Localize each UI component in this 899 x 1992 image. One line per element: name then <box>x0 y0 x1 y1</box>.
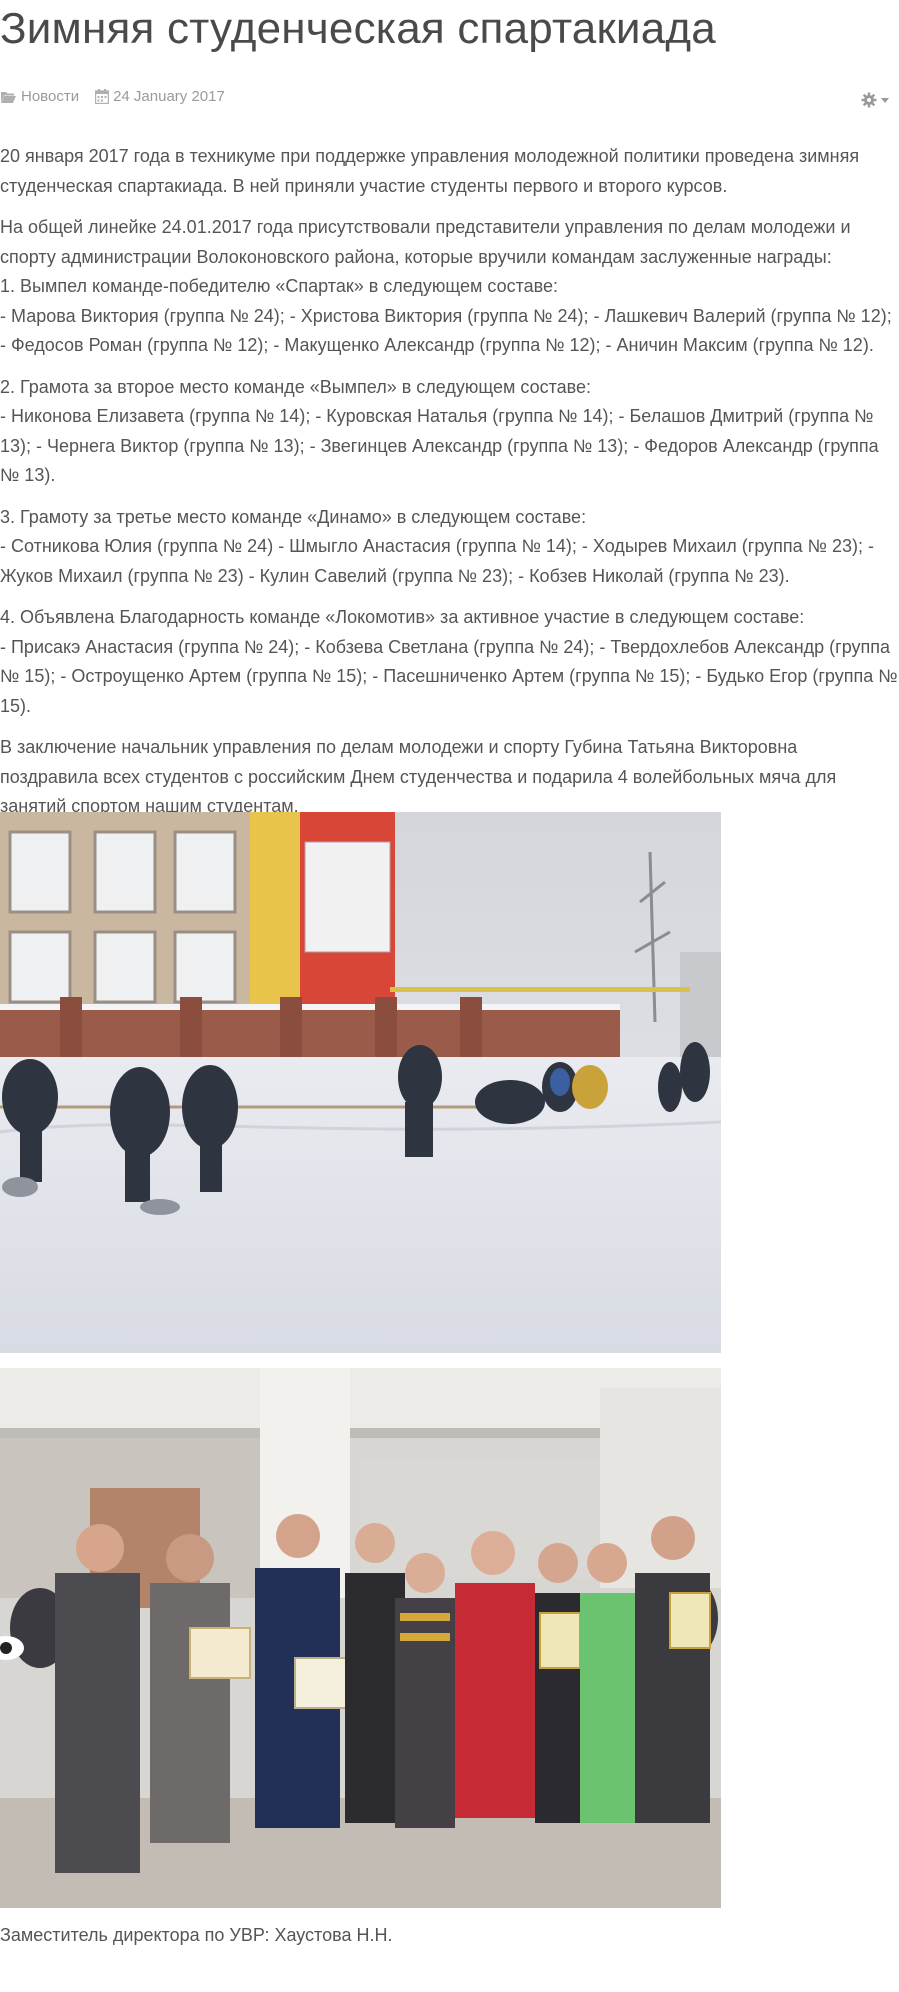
third-place-heading: 3. Грамоту за третье место команде «Дина… <box>0 506 587 527</box>
article-tools-button[interactable] <box>861 92 889 108</box>
third-place-paragraph: 3. Грамоту за третье место команде «Дина… <box>0 503 899 592</box>
tug-of-war-image <box>0 812 721 1353</box>
third-place-members: - Сотникова Юлия (группа № 24) - Шмыгло … <box>0 536 874 586</box>
first-place-members: - Марова Виктория (группа № 24); - Христ… <box>0 305 892 356</box>
caret-down-icon <box>881 97 889 103</box>
published-date: 24 January 2017 <box>95 88 225 105</box>
date-label: 24 January 2017 <box>113 88 225 105</box>
article-body: 20 января 2017 года в техникуме при подд… <box>0 142 899 834</box>
folder-open-icon <box>1 91 16 103</box>
gratitude-paragraph: 4. Объявлена Благодарность команде «Локо… <box>0 603 899 721</box>
second-place-members: - Никонова Елизавета (группа № 14); - Ку… <box>0 406 879 485</box>
second-place-paragraph: 2. Грамота за второе место команде «Вымп… <box>0 373 899 491</box>
category-label: Новости <box>21 88 80 105</box>
category-link[interactable]: Новости <box>0 88 79 105</box>
closing-paragraph: В заключение начальник управления по дел… <box>0 737 837 816</box>
award-ceremony-photo <box>0 1368 721 1908</box>
award-ceremony-image <box>0 1368 721 1908</box>
gear-icon <box>861 92 877 108</box>
photo-caption: Заместитель директора по УВР: Хаустова Н… <box>0 1925 393 1945</box>
calendar-icon <box>95 89 110 104</box>
intro-paragraph: 20 января 2017 года в техникуме при подд… <box>0 146 860 196</box>
awards-intro: На общей линейке 24.01.2017 года присутс… <box>0 217 851 267</box>
gratitude-heading: 4. Объявлена Благодарность команде «Локо… <box>0 607 805 627</box>
article-meta: Новости 24 January 2017 <box>0 88 241 105</box>
awards-paragraph: На общей линейке 24.01.2017 года присутс… <box>0 213 899 361</box>
first-place-heading: 1. Вымпел команде-победителю «Спартак» в… <box>0 276 559 296</box>
page-title: Зимняя студенческая спартакиада <box>0 4 716 53</box>
tug-of-war-photo <box>0 812 721 1353</box>
second-place-heading: 2. Грамота за второе место команде «Вымп… <box>0 376 592 397</box>
gratitude-members: - Присакэ Анастасия (группа № 24); - Коб… <box>0 636 898 716</box>
